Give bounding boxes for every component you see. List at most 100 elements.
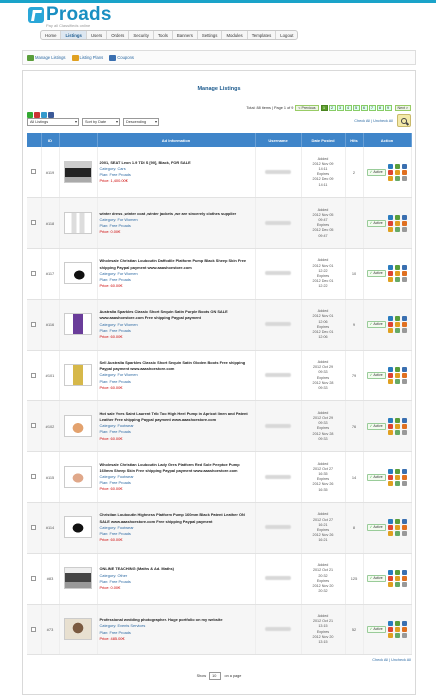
- edit-icon[interactable]: [394, 570, 400, 576]
- renew-icon[interactable]: [394, 582, 400, 588]
- page-number-5[interactable]: 5: [352, 105, 360, 111]
- page-number-4[interactable]: 4: [344, 105, 352, 111]
- edit-icon[interactable]: [394, 621, 400, 627]
- mail-icon[interactable]: [401, 519, 407, 525]
- row-checkbox[interactable]: [31, 474, 37, 480]
- feature-icon[interactable]: [401, 423, 407, 429]
- status-active-button[interactable]: ✓Active: [366, 575, 386, 583]
- status-active-button[interactable]: ✓Active: [366, 422, 386, 430]
- renew-icon[interactable]: [394, 379, 400, 385]
- status-filter-select[interactable]: All Listings: [27, 118, 79, 126]
- delete-icon[interactable]: [387, 373, 393, 379]
- page-size-select[interactable]: 10: [209, 672, 222, 680]
- star-icon[interactable]: [387, 480, 393, 486]
- edit-icon[interactable]: [394, 417, 400, 423]
- renew-icon[interactable]: [394, 175, 400, 181]
- row-checkbox[interactable]: [31, 270, 37, 276]
- listing-title[interactable]: Sell Australia Sparkles Classic Short Se…: [100, 360, 253, 372]
- edit-icon[interactable]: [394, 214, 400, 220]
- page-number-9[interactable]: 9: [384, 105, 392, 111]
- col-ad-information[interactable]: Ad Information: [97, 133, 256, 147]
- page-number-7[interactable]: 7: [368, 105, 376, 111]
- listing-thumbnail[interactable]: [64, 465, 92, 488]
- more-icon[interactable]: [401, 480, 407, 486]
- flag-icon[interactable]: [387, 519, 393, 525]
- edit-icon[interactable]: [394, 367, 400, 373]
- listing-thumbnail[interactable]: [64, 414, 92, 437]
- flag-icon[interactable]: [387, 570, 393, 576]
- status-active-button[interactable]: ✓Active: [366, 473, 386, 481]
- mail-icon[interactable]: [401, 367, 407, 373]
- approve-icon[interactable]: [394, 373, 400, 379]
- flag-icon[interactable]: [387, 265, 393, 271]
- delete-icon[interactable]: [387, 474, 393, 480]
- footer-check-all-link[interactable]: Check All | Uncheck All: [372, 658, 411, 662]
- nav-item-templates[interactable]: Templates: [248, 31, 277, 39]
- more-icon[interactable]: [401, 277, 407, 283]
- status-active-button[interactable]: ✓Active: [366, 321, 386, 329]
- listing-thumbnail[interactable]: [64, 262, 92, 285]
- renew-icon[interactable]: [394, 328, 400, 334]
- subnav-item-manage-listings[interactable]: Manage Listings: [27, 54, 66, 61]
- listing-title[interactable]: Christian Louboutin Highness Platform Pu…: [100, 512, 253, 524]
- delete-icon[interactable]: [387, 525, 393, 531]
- renew-icon[interactable]: [394, 277, 400, 283]
- edit-icon[interactable]: [394, 265, 400, 271]
- delete-icon[interactable]: [387, 322, 393, 328]
- nav-item-logout[interactable]: Logout: [276, 31, 297, 39]
- mail-icon[interactable]: [401, 621, 407, 627]
- page-number-3[interactable]: 3: [336, 105, 344, 111]
- star-icon[interactable]: [387, 531, 393, 537]
- mail-icon[interactable]: [401, 214, 407, 220]
- prev-page-button[interactable]: < Previous: [295, 105, 319, 111]
- more-icon[interactable]: [401, 328, 407, 334]
- nav-item-banners[interactable]: Banners: [173, 31, 198, 39]
- flag-icon[interactable]: [387, 316, 393, 322]
- star-icon[interactable]: [387, 429, 393, 435]
- star-icon[interactable]: [387, 379, 393, 385]
- delete-icon[interactable]: [387, 627, 393, 633]
- col-username[interactable]: Username: [255, 133, 302, 147]
- listing-thumbnail[interactable]: [64, 516, 92, 539]
- feature-icon[interactable]: [401, 271, 407, 277]
- status-active-button[interactable]: ✓Active: [366, 168, 386, 176]
- edit-icon[interactable]: [394, 316, 400, 322]
- renew-icon[interactable]: [394, 429, 400, 435]
- listing-title[interactable]: Hot sale Yves Saint Laurent Trib Too Hig…: [100, 411, 253, 423]
- page-number-2[interactable]: 2: [328, 105, 336, 111]
- page-number-8[interactable]: 8: [376, 105, 384, 111]
- flag-icon[interactable]: [387, 468, 393, 474]
- flag-icon[interactable]: [387, 367, 393, 373]
- col-id[interactable]: ID: [41, 133, 60, 147]
- status-active-button[interactable]: ✓Active: [366, 372, 386, 380]
- nav-item-modules[interactable]: Modules: [222, 31, 248, 39]
- row-checkbox[interactable]: [31, 524, 37, 530]
- col-hits[interactable]: Hits: [345, 133, 364, 147]
- delete-icon[interactable]: [387, 271, 393, 277]
- row-checkbox[interactable]: [31, 575, 37, 581]
- feature-icon[interactable]: [401, 474, 407, 480]
- star-icon[interactable]: [387, 582, 393, 588]
- more-icon[interactable]: [401, 379, 407, 385]
- more-icon[interactable]: [401, 582, 407, 588]
- star-icon[interactable]: [387, 175, 393, 181]
- star-icon[interactable]: [387, 633, 393, 639]
- sort-select[interactable]: Sort by Date: [82, 118, 120, 126]
- row-checkbox[interactable]: [31, 626, 37, 632]
- renew-icon[interactable]: [394, 480, 400, 486]
- renew-icon[interactable]: [394, 531, 400, 537]
- feature-icon[interactable]: [401, 576, 407, 582]
- search-button[interactable]: [397, 114, 411, 127]
- approve-icon[interactable]: [394, 271, 400, 277]
- listing-title[interactable]: Wholesale Christian Louboutin Lady Gres …: [100, 462, 253, 474]
- edit-icon[interactable]: [394, 519, 400, 525]
- nav-item-tools[interactable]: Tools: [154, 31, 173, 39]
- delete-icon[interactable]: [387, 423, 393, 429]
- more-icon[interactable]: [401, 531, 407, 537]
- flag-icon[interactable]: [387, 417, 393, 423]
- row-checkbox[interactable]: [31, 372, 37, 378]
- star-icon[interactable]: [387, 328, 393, 334]
- delete-icon[interactable]: [387, 220, 393, 226]
- row-checkbox[interactable]: [31, 169, 37, 175]
- flag-icon[interactable]: [387, 621, 393, 627]
